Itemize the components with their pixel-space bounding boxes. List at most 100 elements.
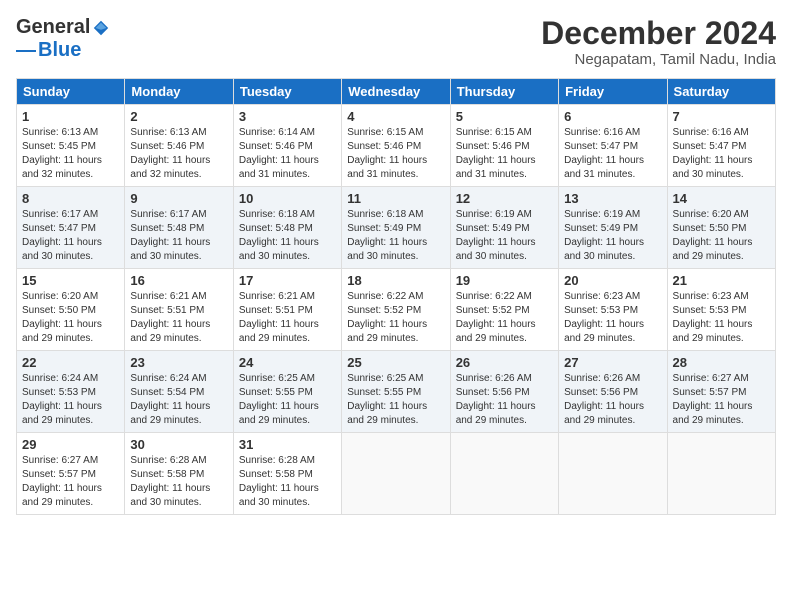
calendar-cell: 14Sunrise: 6:20 AMSunset: 5:50 PMDayligh… [667,187,775,269]
calendar-week-row: 15Sunrise: 6:20 AMSunset: 5:50 PMDayligh… [17,269,776,351]
cell-info: Sunrise: 6:15 AMSunset: 5:46 PMDaylight:… [347,126,444,182]
cell-info: Sunrise: 6:26 AMSunset: 5:56 PMDaylight:… [456,372,553,428]
calendar-header-saturday: Saturday [667,79,775,105]
calendar-week-row: 22 Sunrise: 6:24 AMSunset: 5:53 PMDayligh… [17,351,776,433]
day-number: 11 [347,191,444,206]
day-number: 31 [239,437,336,452]
calendar-cell: 3 Sunrise: 6:14 AMSunset: 5:46 PMDaylight… [233,105,341,187]
calendar-cell: 26 Sunrise: 6:26 AMSunset: 5:56 PMDayligh… [450,351,558,433]
day-number: 8 [22,191,119,206]
calendar-cell: 22 Sunrise: 6:24 AMSunset: 5:53 PMDayligh… [17,351,125,433]
calendar-header-wednesday: Wednesday [342,79,450,105]
calendar-cell: 23 Sunrise: 6:24 AMSunset: 5:54 PMDayligh… [125,351,233,433]
calendar-cell [559,433,667,515]
calendar-cell: 10 Sunrise: 6:18 AMSunset: 5:48 PMDayligh… [233,187,341,269]
calendar-cell: 1Sunrise: 6:13 AMSunset: 5:45 PMDaylight… [17,105,125,187]
day-number: 27 [564,355,661,370]
day-number: 2 [130,109,227,124]
cell-info: Sunrise: 6:16 AMSunset: 5:47 PMDaylight:… [564,126,661,182]
calendar-body: 1Sunrise: 6:13 AMSunset: 5:45 PMDaylight… [17,105,776,515]
day-number: 4 [347,109,444,124]
cell-info: Sunrise: 6:17 AMSunset: 5:47 PMDaylight:… [22,208,119,264]
calendar-cell: 17Sunrise: 6:21 AMSunset: 5:51 PMDayligh… [233,269,341,351]
calendar-cell [450,433,558,515]
calendar-week-row: 1Sunrise: 6:13 AMSunset: 5:45 PMDaylight… [17,105,776,187]
logo: General Blue [16,16,110,62]
calendar-week-row: 29 Sunrise: 6:27 AMSunset: 5:57 PMDayligh… [17,433,776,515]
cell-info: Sunrise: 6:27 AMSunset: 5:57 PMDaylight:… [22,454,119,510]
calendar-cell: 7 Sunrise: 6:16 AMSunset: 5:47 PMDaylight… [667,105,775,187]
cell-info: Sunrise: 6:24 AMSunset: 5:54 PMDaylight:… [130,372,227,428]
cell-info: Sunrise: 6:23 AMSunset: 5:53 PMDaylight:… [564,290,661,346]
cell-info: Sunrise: 6:14 AMSunset: 5:46 PMDaylight:… [239,126,336,182]
day-number: 12 [456,191,553,206]
day-number: 5 [456,109,553,124]
calendar-cell: 6Sunrise: 6:16 AMSunset: 5:47 PMDaylight… [559,105,667,187]
calendar: SundayMondayTuesdayWednesdayThursdayFrid… [16,78,776,515]
day-number: 10 [239,191,336,206]
day-number: 13 [564,191,661,206]
day-number: 21 [673,273,770,288]
calendar-cell: 2 Sunrise: 6:13 AMSunset: 5:46 PMDaylight… [125,105,233,187]
day-number: 16 [130,273,227,288]
cell-info: Sunrise: 6:21 AMSunset: 5:51 PMDaylight:… [239,290,336,346]
calendar-cell: 31 Sunrise: 6:28 AMSunset: 5:58 PMDayligh… [233,433,341,515]
calendar-header-monday: Monday [125,79,233,105]
cell-info: Sunrise: 6:17 AMSunset: 5:48 PMDaylight:… [130,208,227,264]
calendar-cell: 11Sunrise: 6:18 AMSunset: 5:49 PMDayligh… [342,187,450,269]
header: General Blue December 2024 Negapatam, Ta… [16,16,776,68]
logo-blue-text: Blue [38,39,81,62]
month-title: December 2024 [541,16,776,51]
day-number: 29 [22,437,119,452]
calendar-cell: 15Sunrise: 6:20 AMSunset: 5:50 PMDayligh… [17,269,125,351]
day-number: 24 [239,355,336,370]
page: General Blue December 2024 Negapatam, Ta… [0,0,792,612]
calendar-cell: 24 Sunrise: 6:25 AMSunset: 5:55 PMDayligh… [233,351,341,433]
calendar-cell: 13 Sunrise: 6:19 AMSunset: 5:49 PMDayligh… [559,187,667,269]
cell-info: Sunrise: 6:25 AMSunset: 5:55 PMDaylight:… [239,372,336,428]
cell-info: Sunrise: 6:27 AMSunset: 5:57 PMDaylight:… [673,372,770,428]
calendar-cell: 21Sunrise: 6:23 AMSunset: 5:53 PMDayligh… [667,269,775,351]
calendar-cell: 16Sunrise: 6:21 AMSunset: 5:51 PMDayligh… [125,269,233,351]
cell-info: Sunrise: 6:28 AMSunset: 5:58 PMDaylight:… [239,454,336,510]
cell-info: Sunrise: 6:19 AMSunset: 5:49 PMDaylight:… [456,208,553,264]
calendar-cell: 20 Sunrise: 6:23 AMSunset: 5:53 PMDayligh… [559,269,667,351]
day-number: 19 [456,273,553,288]
cell-info: Sunrise: 6:19 AMSunset: 5:49 PMDaylight:… [564,208,661,264]
day-number: 20 [564,273,661,288]
logo-general-text: General [16,16,90,39]
location: Negapatam, Tamil Nadu, India [541,51,776,68]
day-number: 30 [130,437,227,452]
calendar-cell: 12 Sunrise: 6:19 AMSunset: 5:49 PMDayligh… [450,187,558,269]
day-number: 3 [239,109,336,124]
calendar-cell [667,433,775,515]
calendar-header-thursday: Thursday [450,79,558,105]
calendar-cell: 19Sunrise: 6:22 AMSunset: 5:52 PMDayligh… [450,269,558,351]
day-number: 14 [673,191,770,206]
day-number: 26 [456,355,553,370]
title-block: December 2024 Negapatam, Tamil Nadu, Ind… [541,16,776,68]
calendar-cell: 18 Sunrise: 6:22 AMSunset: 5:52 PMDayligh… [342,269,450,351]
day-number: 1 [22,109,119,124]
cell-info: Sunrise: 6:13 AMSunset: 5:46 PMDaylight:… [130,126,227,182]
day-number: 22 [22,355,119,370]
day-number: 23 [130,355,227,370]
day-number: 18 [347,273,444,288]
logo-icon [92,19,110,37]
calendar-cell [342,433,450,515]
cell-info: Sunrise: 6:26 AMSunset: 5:56 PMDaylight:… [564,372,661,428]
calendar-header-friday: Friday [559,79,667,105]
day-number: 15 [22,273,119,288]
cell-info: Sunrise: 6:16 AMSunset: 5:47 PMDaylight:… [673,126,770,182]
calendar-cell: 30Sunrise: 6:28 AMSunset: 5:58 PMDayligh… [125,433,233,515]
cell-info: Sunrise: 6:24 AMSunset: 5:53 PMDaylight:… [22,372,119,428]
cell-info: Sunrise: 6:22 AMSunset: 5:52 PMDaylight:… [347,290,444,346]
calendar-cell: 25Sunrise: 6:25 AMSunset: 5:55 PMDayligh… [342,351,450,433]
cell-info: Sunrise: 6:15 AMSunset: 5:46 PMDaylight:… [456,126,553,182]
cell-info: Sunrise: 6:18 AMSunset: 5:48 PMDaylight:… [239,208,336,264]
day-number: 7 [673,109,770,124]
day-number: 9 [130,191,227,206]
calendar-week-row: 8 Sunrise: 6:17 AMSunset: 5:47 PMDaylight… [17,187,776,269]
calendar-cell: 8 Sunrise: 6:17 AMSunset: 5:47 PMDaylight… [17,187,125,269]
calendar-header-sunday: Sunday [17,79,125,105]
